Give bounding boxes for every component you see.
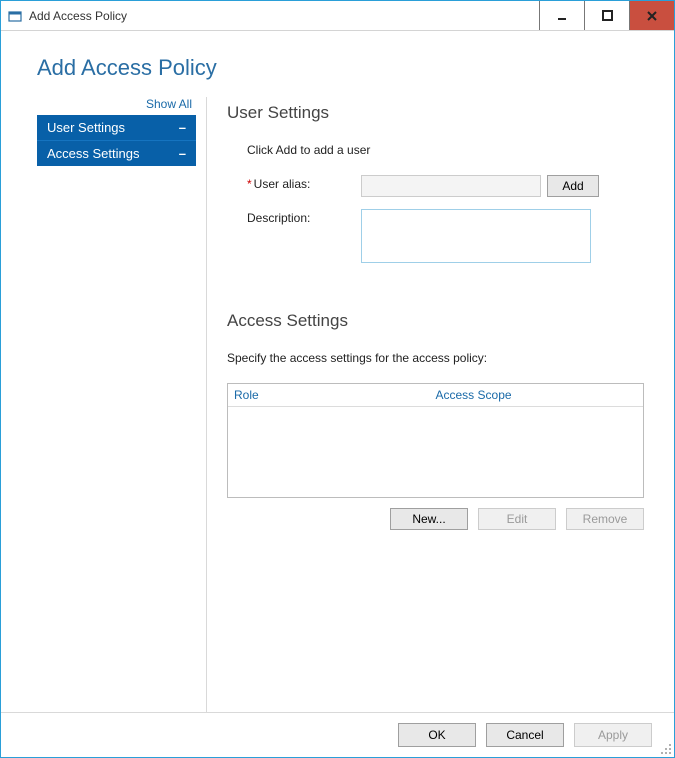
user-alias-label: *User alias: — [247, 175, 361, 191]
window-title: Add Access Policy — [29, 9, 539, 23]
close-button[interactable] — [629, 1, 674, 30]
maximize-icon — [602, 10, 613, 21]
content-area: Add Access Policy Show All User Settings… — [1, 31, 674, 757]
minimize-button[interactable] — [539, 1, 584, 30]
access-settings-table[interactable]: Role Access Scope — [227, 383, 644, 498]
ok-button[interactable]: OK — [398, 723, 476, 747]
titlebar: Add Access Policy — [1, 1, 674, 31]
body-row: Show All User Settings – Access Settings… — [1, 97, 674, 712]
minimize-icon — [556, 10, 568, 22]
dialog-footer: OK Cancel Apply — [1, 712, 674, 757]
column-role[interactable]: Role — [234, 388, 436, 402]
sidebar: Show All User Settings – Access Settings… — [37, 97, 207, 712]
description-label: Description: — [247, 209, 361, 225]
user-alias-row: *User alias: Add — [247, 175, 644, 197]
collapse-icon: – — [179, 146, 186, 161]
edit-button[interactable]: Edit — [478, 508, 556, 530]
required-indicator: * — [247, 177, 252, 191]
page-title: Add Access Policy — [1, 31, 674, 97]
maximize-button[interactable] — [584, 1, 629, 30]
user-settings-title: User Settings — [227, 103, 644, 123]
close-icon — [646, 10, 658, 22]
access-table-buttons: New... Edit Remove — [227, 508, 644, 530]
user-alias-input[interactable] — [361, 175, 541, 197]
sidebar-item-label: Access Settings — [47, 146, 140, 161]
sidebar-item-access-settings[interactable]: Access Settings – — [37, 141, 196, 166]
collapse-icon: – — [179, 120, 186, 135]
window-controls — [539, 1, 674, 30]
add-user-button[interactable]: Add — [547, 175, 599, 197]
new-button[interactable]: New... — [390, 508, 468, 530]
app-icon — [7, 8, 23, 24]
user-settings-instruction: Click Add to add a user — [247, 143, 644, 157]
apply-button[interactable]: Apply — [574, 723, 652, 747]
description-input[interactable] — [361, 209, 591, 263]
description-row: Description: — [247, 209, 644, 263]
table-header: Role Access Scope — [228, 384, 643, 407]
sidebar-item-user-settings[interactable]: User Settings – — [37, 115, 196, 141]
cancel-button[interactable]: Cancel — [486, 723, 564, 747]
access-settings-instruction: Specify the access settings for the acce… — [227, 351, 644, 365]
dialog-window: Add Access Policy Add Access Policy Show… — [0, 0, 675, 758]
main-panel: User Settings Click Add to add a user *U… — [207, 97, 674, 712]
table-body[interactable] — [228, 407, 643, 497]
column-access-scope[interactable]: Access Scope — [436, 388, 638, 402]
resize-grip-icon[interactable] — [658, 741, 672, 755]
sidebar-item-label: User Settings — [47, 120, 125, 135]
remove-button[interactable]: Remove — [566, 508, 644, 530]
access-settings-title: Access Settings — [227, 311, 644, 331]
show-all-link[interactable]: Show All — [37, 97, 196, 115]
